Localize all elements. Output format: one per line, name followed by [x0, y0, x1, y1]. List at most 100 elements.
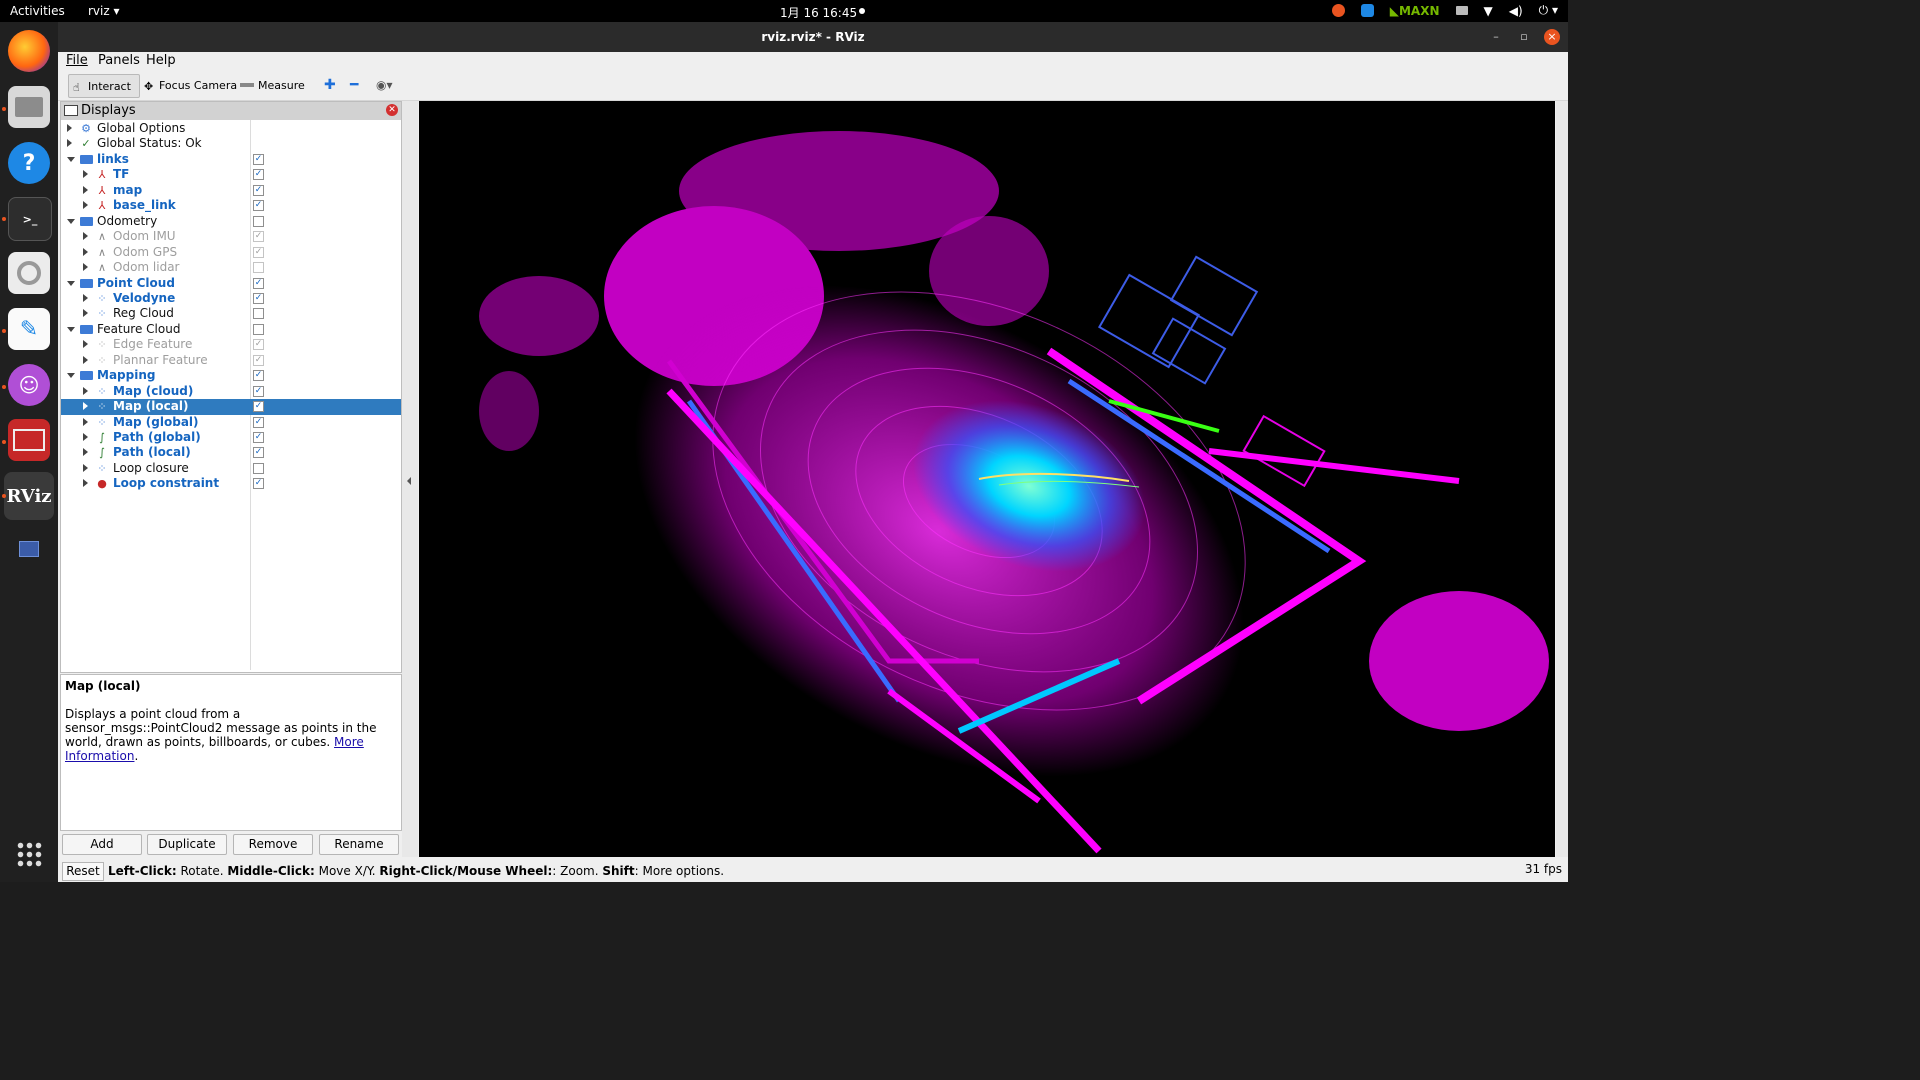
expand-arrow-right-icon[interactable]: [83, 247, 88, 256]
expand-arrow-down-icon[interactable]: [67, 218, 75, 224]
rviz-icon[interactable]: RViz: [4, 472, 54, 520]
expand-arrow-right-icon[interactable]: [83, 185, 88, 194]
display-row[interactable]: ∫ Path (local) ✓: [61, 445, 401, 461]
menu-file[interactable]: File: [66, 53, 88, 68]
enable-checkbox[interactable]: [253, 262, 264, 274]
display-row[interactable]: ● Loop constraint ✓: [61, 476, 401, 492]
camera-view-icon[interactable]: ◉▾: [372, 74, 397, 96]
right-splitter[interactable]: [1556, 101, 1568, 857]
expand-arrow-right-icon[interactable]: [83, 479, 88, 488]
firefox-icon[interactable]: [8, 30, 50, 72]
expand-arrow-down-icon[interactable]: [67, 373, 75, 379]
enable-checkbox[interactable]: ✓: [253, 246, 264, 258]
telegram-icon[interactable]: [1360, 4, 1374, 17]
nvidia-power-mode[interactable]: ◣MAXN: [1390, 4, 1440, 18]
enable-checkbox[interactable]: ✓: [253, 169, 264, 181]
collapse-arrow-icon[interactable]: [407, 477, 411, 485]
display-row[interactable]: ⁘ Edge Feature ✓: [61, 337, 401, 353]
settings-icon[interactable]: [8, 252, 50, 294]
expand-arrow-right-icon[interactable]: [83, 433, 88, 441]
display-row[interactable]: ∧ Odom GPS ✓: [61, 245, 401, 261]
slides-icon[interactable]: [8, 419, 50, 461]
expand-arrow-right-icon[interactable]: [83, 309, 88, 318]
3d-viewport[interactable]: [419, 101, 1555, 857]
enable-checkbox[interactable]: ✓: [253, 339, 264, 351]
cat-app-icon[interactable]: ☺: [8, 364, 50, 406]
enable-checkbox[interactable]: ✓: [253, 277, 264, 289]
enable-checkbox[interactable]: ✓: [253, 401, 264, 413]
expand-arrow-right-icon[interactable]: [83, 417, 88, 426]
display-row[interactable]: ⁘ Velodyne ✓: [61, 291, 401, 307]
show-apps-icon[interactable]: [16, 841, 43, 868]
focus-camera-tool[interactable]: ✥ Focus Camera: [140, 74, 241, 96]
expand-arrow-down-icon[interactable]: [67, 156, 75, 162]
expand-arrow-down-icon[interactable]: [67, 280, 75, 286]
expand-arrow-right-icon[interactable]: [83, 448, 88, 457]
expand-arrow-right-icon[interactable]: [83, 463, 88, 472]
interact-tool[interactable]: ☝ Interact: [68, 74, 140, 98]
display-row[interactable]: ⁘ Loop closure: [61, 461, 401, 477]
expand-arrow-right-icon[interactable]: [83, 355, 88, 364]
reset-button[interactable]: Reset: [62, 862, 104, 881]
display-row[interactable]: ⅄ map ✓: [61, 183, 401, 199]
measure-tool[interactable]: Measure: [236, 74, 309, 96]
display-row[interactable]: Point Cloud ✓: [61, 276, 401, 292]
panel-splitter[interactable]: [402, 101, 418, 857]
enable-checkbox[interactable]: ✓: [253, 354, 264, 366]
display-row[interactable]: ✓ Global Status: Ok: [61, 136, 401, 152]
expand-arrow-right-icon[interactable]: [67, 124, 72, 132]
clock[interactable]: 1月 16 16:45: [780, 4, 857, 21]
enable-checkbox[interactable]: ✓: [253, 385, 264, 397]
expand-arrow-right-icon[interactable]: [67, 139, 72, 148]
expand-arrow-right-icon[interactable]: [83, 263, 88, 272]
enable-checkbox[interactable]: ✓: [253, 200, 264, 212]
enable-checkbox[interactable]: ✓: [253, 478, 264, 490]
expand-arrow-right-icon[interactable]: [83, 201, 88, 210]
power-icon[interactable]: ⏻ ▾: [1539, 3, 1558, 18]
files-icon[interactable]: [8, 86, 50, 128]
enable-checkbox[interactable]: ✓: [253, 416, 264, 428]
remove-tool-icon[interactable]: ━: [346, 74, 362, 96]
enable-checkbox[interactable]: ✓: [253, 370, 264, 382]
activities-button[interactable]: Activities: [10, 4, 65, 18]
display-row[interactable]: ⁘ Map (local) ✓: [61, 399, 401, 415]
menu-help[interactable]: Help: [146, 53, 176, 68]
enable-checkbox[interactable]: ✓: [253, 447, 264, 459]
remove-button[interactable]: Remove: [233, 834, 313, 855]
display-row[interactable]: ⚙ Global Options: [61, 121, 401, 137]
app-menu[interactable]: rviz ▾: [88, 4, 120, 18]
add-button[interactable]: Add: [62, 834, 142, 855]
enable-checkbox[interactable]: [253, 462, 264, 474]
enable-checkbox[interactable]: [253, 323, 264, 335]
display-row[interactable]: ⅄ TF ✓: [61, 167, 401, 183]
expand-arrow-right-icon[interactable]: [83, 340, 88, 349]
display-row[interactable]: ⁘ Map (global) ✓: [61, 415, 401, 431]
expand-arrow-right-icon[interactable]: [83, 293, 88, 302]
terminal-icon[interactable]: >_: [8, 197, 52, 241]
enable-checkbox[interactable]: ✓: [253, 184, 264, 196]
expand-arrow-down-icon[interactable]: [67, 326, 75, 332]
window-icon[interactable]: [8, 528, 50, 570]
rename-button[interactable]: Rename: [319, 834, 399, 855]
wifi-icon[interactable]: ▼: [1484, 4, 1493, 18]
display-row[interactable]: Mapping ✓: [61, 368, 401, 384]
expand-arrow-right-icon[interactable]: [83, 386, 88, 395]
help-icon[interactable]: ?: [8, 142, 50, 184]
display-row[interactable]: links ✓: [61, 152, 401, 168]
duplicate-button[interactable]: Duplicate: [147, 834, 227, 855]
display-row[interactable]: ⁘ Plannar Feature ✓: [61, 353, 401, 369]
maximize-button[interactable]: ▫: [1516, 29, 1532, 45]
display-row[interactable]: ∧ Odom lidar: [61, 260, 401, 276]
display-row[interactable]: Odometry: [61, 214, 401, 230]
title-bar[interactable]: rviz.rviz* - RViz – ▫ ×: [58, 22, 1568, 52]
enable-checkbox[interactable]: ✓: [253, 153, 264, 165]
enable-checkbox[interactable]: ✓: [253, 292, 264, 304]
display-row[interactable]: ∧ Odom IMU ✓: [61, 229, 401, 245]
display-row[interactable]: ⁘ Map (cloud) ✓: [61, 384, 401, 400]
enable-checkbox[interactable]: ✓: [253, 231, 264, 243]
volume-icon[interactable]: ◀): [1509, 4, 1523, 18]
close-button[interactable]: ×: [1544, 29, 1560, 45]
display-row[interactable]: ⅄ base_link ✓: [61, 198, 401, 214]
text-editor-icon[interactable]: ✎: [8, 308, 50, 350]
minimize-button[interactable]: –: [1488, 29, 1504, 45]
